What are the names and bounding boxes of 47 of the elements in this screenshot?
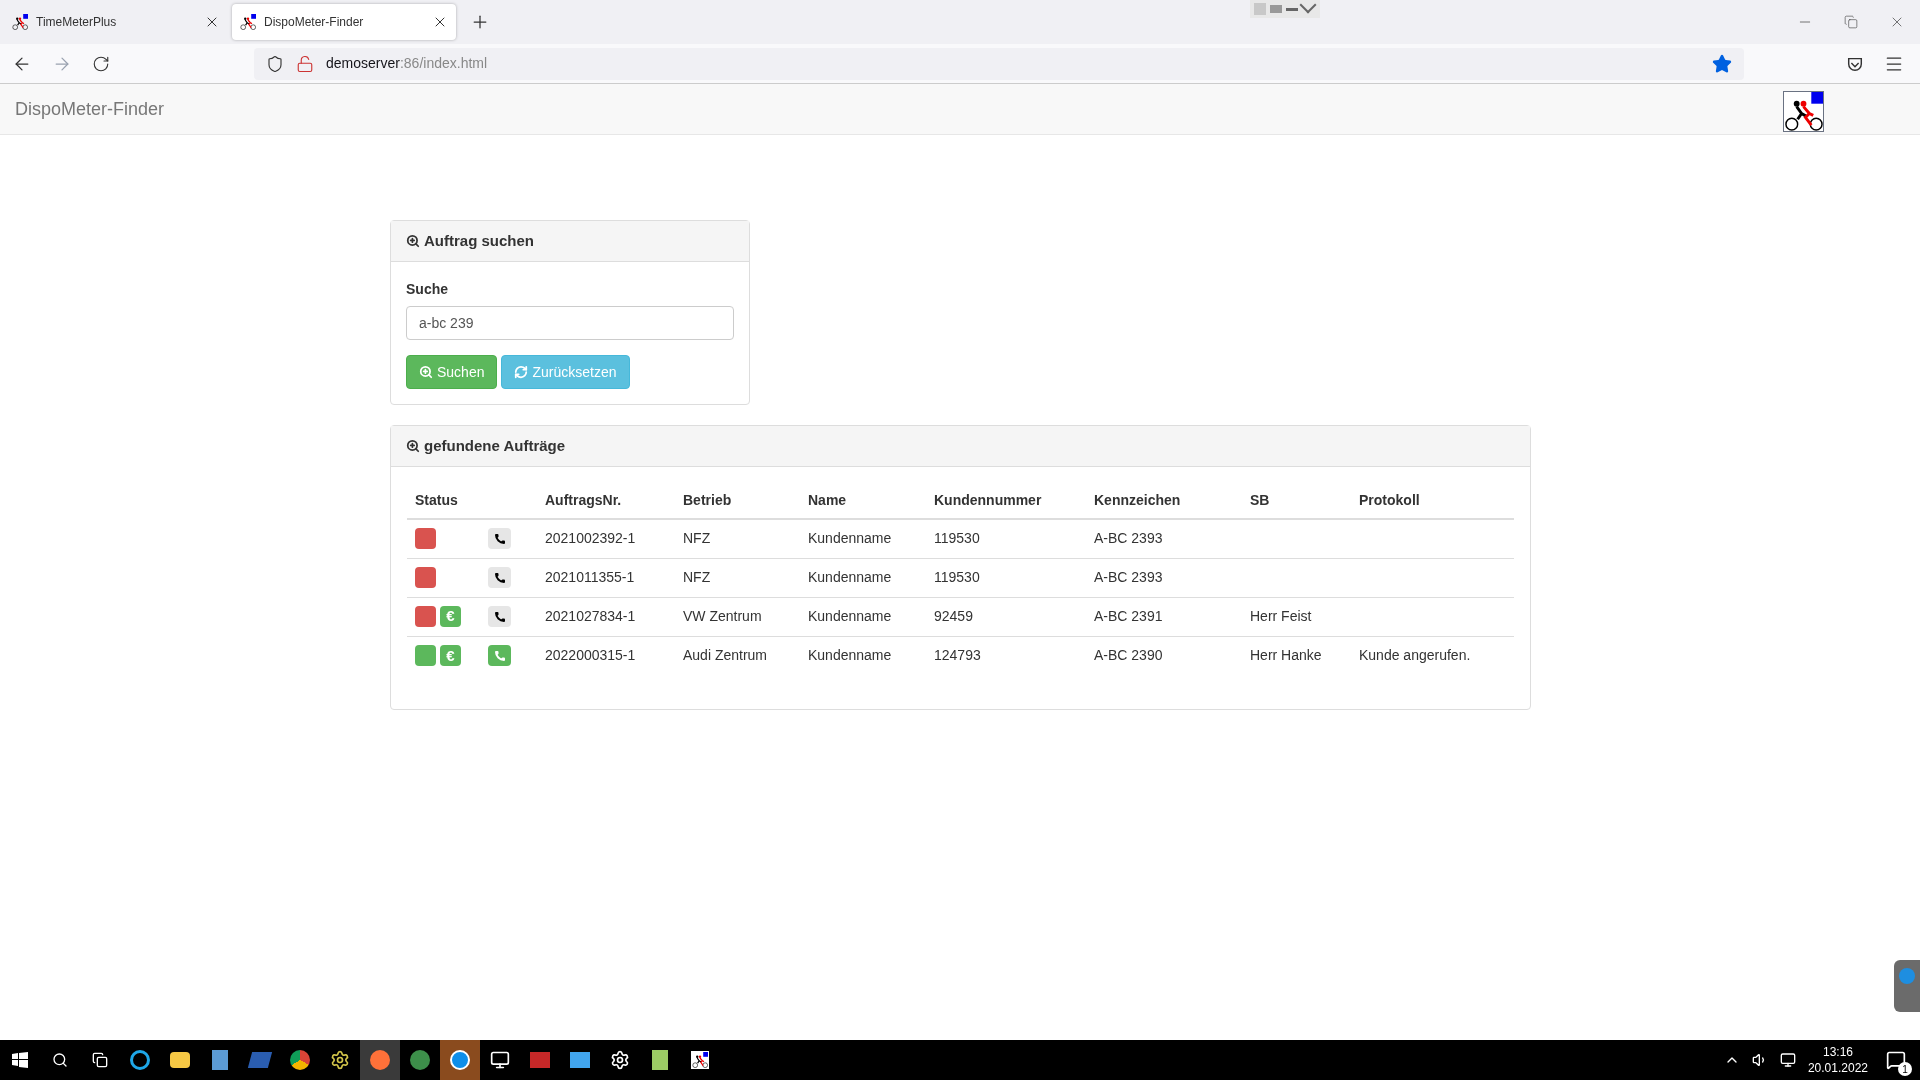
table-cell: NFZ	[683, 569, 711, 585]
address-bar[interactable]: demoserver:86/index.html	[254, 47, 1744, 80]
column-header: SB	[1250, 491, 1270, 508]
table-cell: Audi Zentrum	[683, 647, 768, 664]
table-cell: Kundenname	[808, 569, 892, 585]
column-header: Kennzeichen	[1094, 491, 1181, 508]
paid-badge: €	[440, 606, 461, 627]
table-cell: 92459	[934, 608, 973, 624]
table-cell: 2021002392-1	[545, 530, 636, 547]
table-cell: A-BC 2390	[1094, 647, 1163, 664]
table-cell: A-BC 2393	[1094, 569, 1163, 585]
browser-tab[interactable]: DispoMeter-Finder	[232, 4, 456, 40]
panel-title: Auftrag suchen	[424, 230, 534, 251]
table-cell: 2022000315-1	[545, 647, 636, 664]
column-header: AuftragsNr.	[545, 491, 622, 508]
table-cell: A-BC 2391	[1094, 608, 1163, 624]
panel-title: gefundene Aufträge	[424, 435, 566, 456]
table-cell: 2021027834-1	[545, 608, 636, 624]
table-cell: Herr Hanke	[1250, 647, 1322, 664]
paid-badge: €	[440, 645, 461, 667]
notification-count: 1	[1898, 1062, 1912, 1076]
tab-title: DispoMeter-Finder	[264, 14, 365, 31]
table-cell: Kundenname	[808, 608, 892, 624]
table-cell: A-BC 2393	[1094, 530, 1163, 547]
table-cell: 119530	[934, 569, 980, 585]
field-label: Suche	[406, 280, 448, 299]
table-cell: Kunde angerufen.	[1359, 647, 1471, 664]
column-header: Kundennummer	[934, 491, 1042, 508]
table-cell: Herr Feist	[1250, 608, 1312, 624]
clock-time: 13:16	[1822, 1044, 1853, 1060]
table-cell: Kundenname	[808, 530, 892, 547]
app-title[interactable]: DispoMeter-Finder	[15, 95, 165, 123]
table-cell: VW Zentrum	[683, 608, 762, 624]
column-header: Protokoll	[1359, 491, 1420, 508]
column-header: Status	[415, 491, 458, 508]
table-cell: NFZ	[683, 530, 711, 547]
table-cell: 124793	[934, 647, 981, 664]
tab-title: TimeMeterPlus	[36, 14, 118, 31]
browser-tab[interactable]: TimeMeterPlus	[4, 4, 228, 40]
column-header: Name	[808, 491, 847, 508]
url-text: demoserver:86/index.html	[326, 54, 488, 73]
clock-date: 20.01.2022	[1807, 1060, 1868, 1076]
column-header: Betrieb	[683, 491, 732, 508]
table-cell: 119530	[934, 530, 980, 547]
table-cell: 2021011355-1	[545, 569, 635, 585]
search-input-field[interactable]: a-bc 239	[406, 306, 734, 340]
table-cell: Kundenname	[808, 647, 892, 664]
